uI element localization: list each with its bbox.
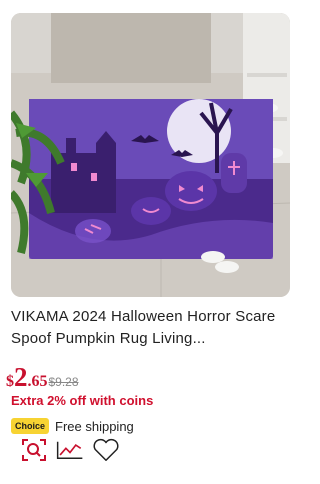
price-currency: $ [6, 373, 14, 390]
heart-icon[interactable] [92, 437, 120, 463]
product-title[interactable]: VIKAMA 2024 Halloween Horror Scare Spoof… [11, 306, 291, 350]
original-price: $9.28 [48, 375, 79, 389]
price-trend-icon[interactable] [56, 437, 84, 463]
product-image[interactable] [11, 13, 290, 297]
action-bar [20, 436, 120, 464]
coins-promo: Extra 2% off with coins [11, 393, 154, 408]
price-integer: 2 [14, 362, 28, 392]
choice-badge: Choice [11, 418, 50, 434]
image-search-icon[interactable] [20, 437, 48, 463]
shipping-row: Choice Free shipping [11, 417, 134, 435]
free-shipping-label: Free shipping [55, 418, 134, 434]
price-decimal: .65 [27, 373, 48, 390]
product-card[interactable]: VIKAMA 2024 Halloween Horror Scare Spoof… [0, 0, 300, 484]
price-row: $ 2 .65 $9.28 [6, 362, 79, 392]
